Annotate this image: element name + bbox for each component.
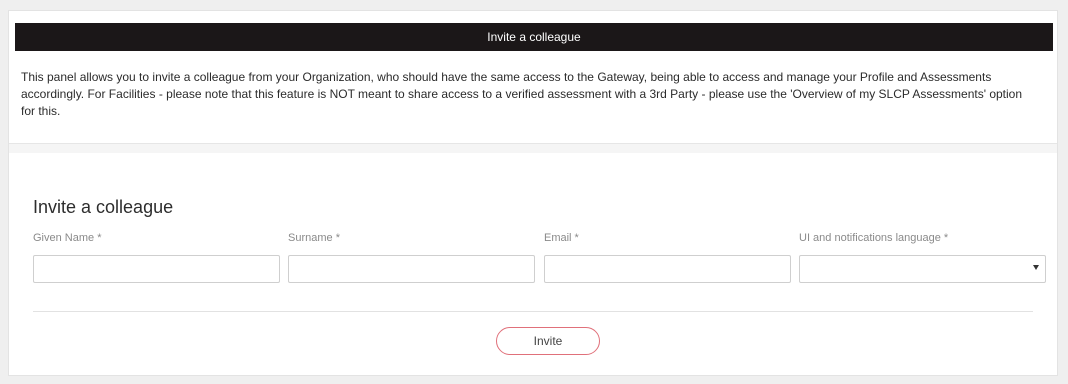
panel-description: This panel allows you to invite a collea… bbox=[21, 70, 1023, 118]
surname-input[interactable] bbox=[289, 256, 534, 282]
form-title: Invite a colleague bbox=[33, 197, 174, 217]
panel-header-title: Invite a colleague bbox=[487, 30, 581, 44]
email-box bbox=[544, 255, 791, 283]
email-input[interactable] bbox=[545, 256, 790, 282]
invite-panel: Invite a colleague This panel allows you… bbox=[8, 10, 1058, 376]
surname-box bbox=[288, 255, 535, 283]
email-group: Email * bbox=[544, 232, 791, 283]
surname-label: Surname * bbox=[288, 232, 340, 244]
given-name-box bbox=[33, 255, 280, 283]
given-name-label: Given Name * bbox=[33, 232, 102, 244]
language-select[interactable] bbox=[799, 255, 1046, 283]
given-name-group: Given Name * bbox=[33, 232, 280, 283]
given-name-input[interactable] bbox=[34, 256, 279, 282]
invite-button[interactable]: Invite bbox=[496, 327, 600, 355]
surname-group: Surname * bbox=[288, 232, 535, 283]
language-label: UI and notifications language * bbox=[799, 232, 949, 244]
panel-header: Invite a colleague bbox=[15, 23, 1053, 51]
email-label: Email * bbox=[544, 232, 579, 244]
language-group: UI and notifications language * bbox=[799, 232, 1046, 283]
section-divider bbox=[9, 143, 1057, 153]
chevron-down-icon bbox=[1033, 265, 1039, 270]
form-divider bbox=[33, 311, 1033, 312]
